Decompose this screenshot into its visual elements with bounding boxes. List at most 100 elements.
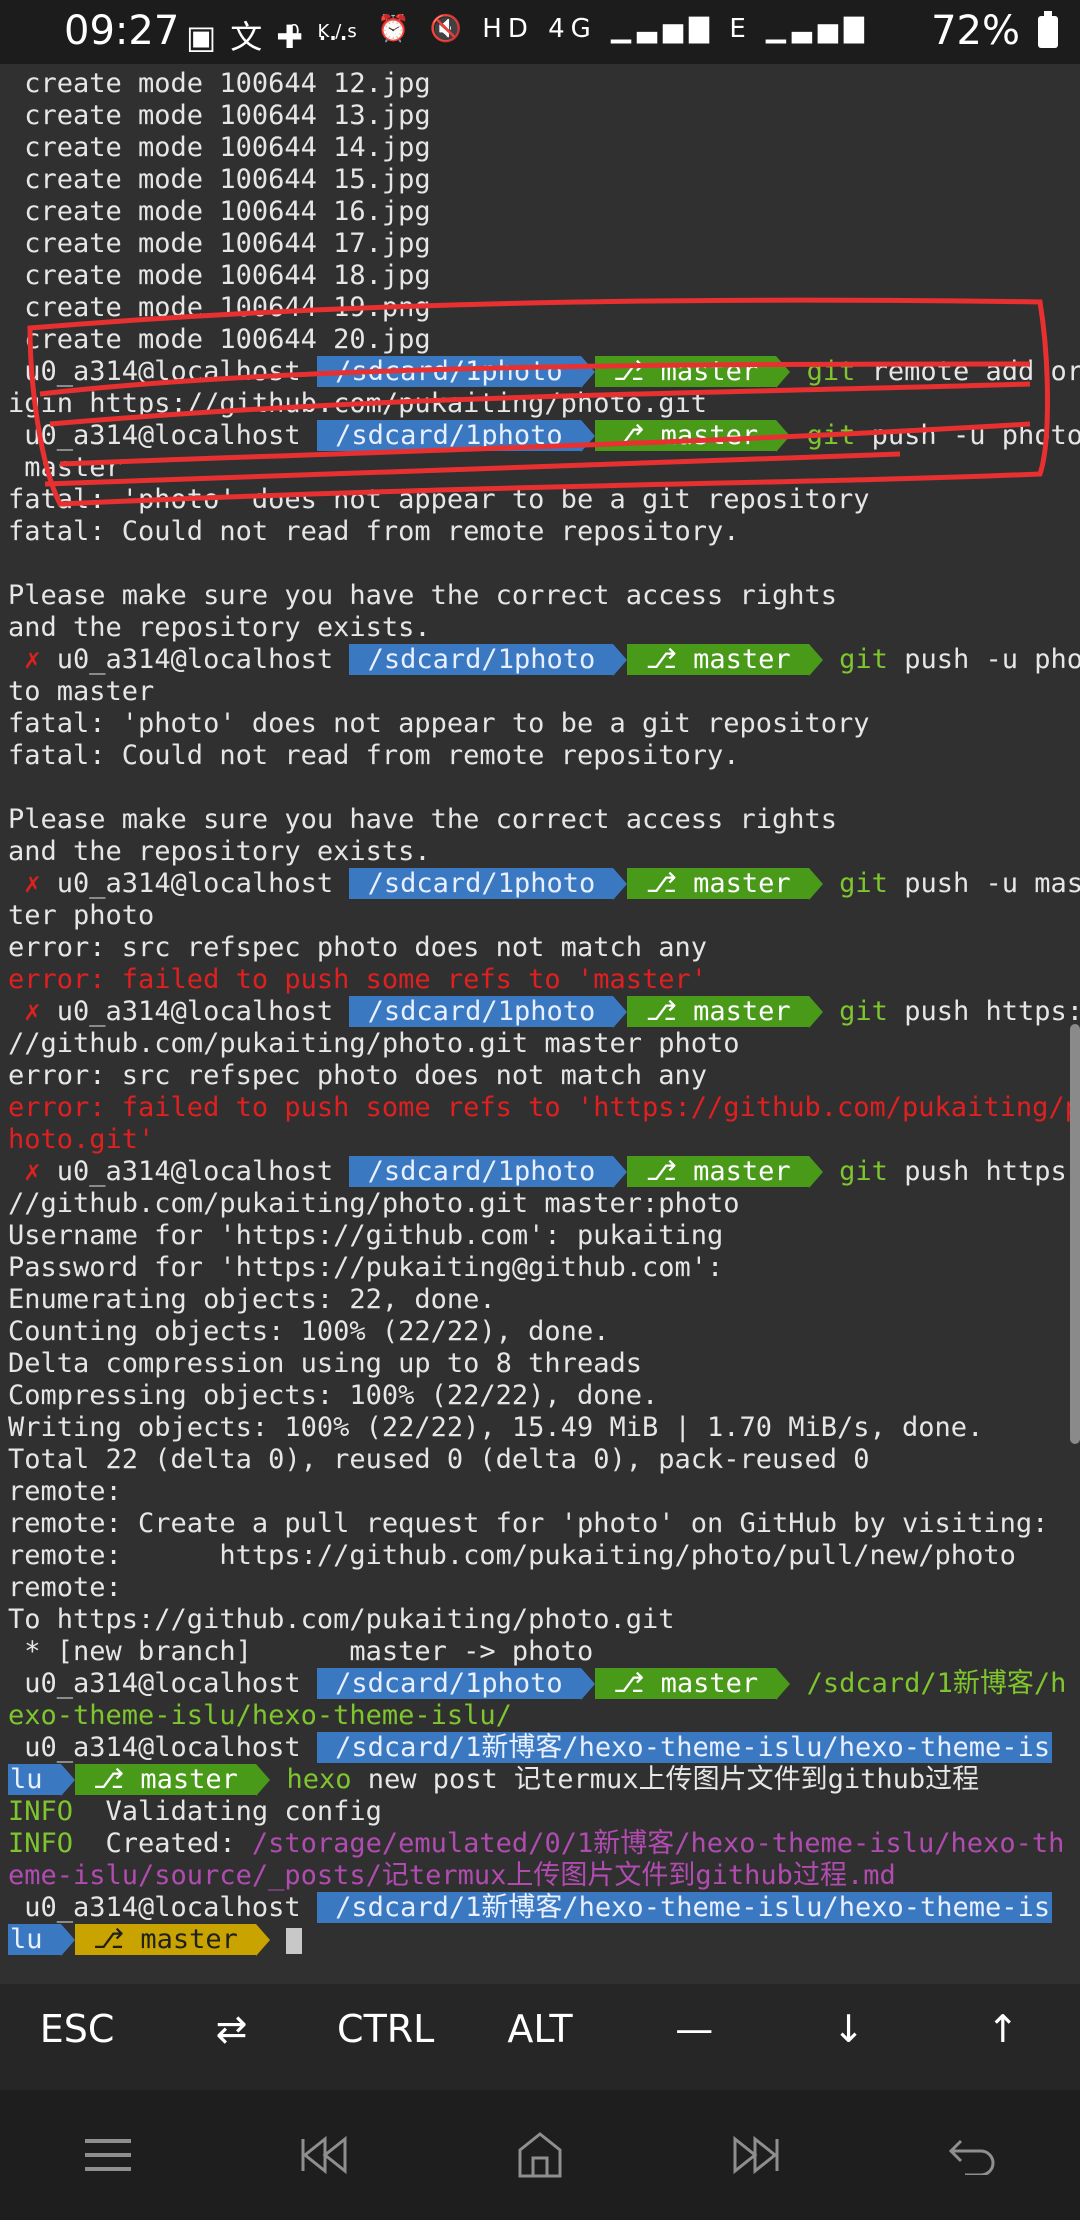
terminal-text: push https:	[887, 1156, 1080, 1187]
terminal-text: git	[790, 420, 856, 451]
terminal-text: hexo	[270, 1764, 352, 1795]
terminal-text: ⎇ master	[627, 1156, 809, 1187]
terminal-line: remote:	[8, 1476, 122, 1508]
terminal-line: and the repository exists.	[8, 612, 431, 644]
status-time: 09:27	[64, 8, 180, 54]
terminal-line: lu ⎇ master	[8, 1924, 303, 1956]
terminal-text: Please make sure you have the correct ac…	[8, 580, 838, 611]
terminal-text: remote: Create a pull request for 'photo…	[8, 1508, 1049, 1539]
terminal-line: INFO Validating config	[8, 1796, 382, 1828]
terminal-text: create mode 100644 20.jpg	[8, 324, 431, 355]
prompt-separator-icon	[60, 1764, 75, 1796]
net-speed: 0 K/s	[288, 21, 363, 42]
terminal-text: error: failed to push some refs to 'http…	[8, 1092, 1080, 1123]
home-icon[interactable]	[480, 2105, 600, 2205]
terminal-line: error: src refspec photo does not match …	[8, 1060, 707, 1092]
key-alt[interactable]: ALT	[463, 1984, 617, 2074]
terminal-line: //github.com/pukaiting/photo.git master:…	[8, 1188, 740, 1220]
terminal-line: error: failed to push some refs to 'mast…	[8, 964, 707, 996]
terminal-text: Writing objects: 100% (22/22), 15.49 MiB…	[8, 1412, 984, 1443]
terminal-text: fatal: Could not read from remote reposi…	[8, 740, 740, 771]
key-tab[interactable]: ⇄	[154, 1984, 308, 2074]
terminal-text: master	[8, 452, 122, 483]
terminal-line: create mode 100644 18.jpg	[8, 260, 430, 292]
terminal-line: Counting objects: 100% (22/22), done.	[8, 1316, 609, 1348]
terminal-text: lu	[8, 1764, 61, 1795]
back-icon[interactable]	[912, 2105, 1032, 2205]
terminal-text: and the repository exists.	[8, 836, 431, 867]
terminal-line: lu ⎇ master hexo new post 记termux上传图片文件到…	[8, 1764, 979, 1796]
terminal-line: u0_a314@localhost /sdcard/1photo ⎇ maste…	[8, 420, 1080, 452]
terminal-text: ⎇ master	[594, 1668, 777, 1699]
terminal-text: error: failed to push some refs to 'mast…	[8, 964, 707, 995]
terminal-line: create mode 100644 14.jpg	[8, 132, 431, 164]
key-up[interactable]: ↑	[926, 1984, 1080, 2074]
terminal-text: create mode 100644 13.jpg	[8, 100, 431, 131]
next-icon[interactable]	[696, 2105, 816, 2205]
prompt-separator-icon	[580, 1668, 595, 1700]
prompt-separator-icon	[613, 1156, 628, 1188]
terminal-text: /sdcard/1photo	[316, 420, 581, 451]
navigation-bar	[0, 2090, 1080, 2220]
terminal-line: INFO Created: /storage/emulated/0/1新博客/h…	[8, 1828, 1064, 1860]
terminal-text: Total 22 (delta 0), reused 0 (delta 0), …	[8, 1444, 870, 1475]
key-dash[interactable]: —	[617, 1984, 771, 2074]
terminal-text: eme-islu/source/_posts/记termux上传图片文件到git…	[8, 1860, 896, 1891]
terminal-text: //github.com/pukaiting/photo.git master …	[8, 1028, 740, 1059]
terminal-text: create mode 100644 14.jpg	[8, 132, 431, 163]
terminal-text: /sdcard/1photo	[349, 644, 614, 675]
key-esc[interactable]: ESC	[0, 1984, 154, 2074]
terminal-text: ✗	[8, 996, 57, 1027]
terminal-line: Username for 'https://github.com': pukai…	[8, 1220, 723, 1252]
previous-icon[interactable]	[264, 2105, 384, 2205]
terminal-text: /sdcard/1photo	[349, 868, 614, 899]
terminal-text: u0_a314@localhost	[8, 356, 317, 387]
terminal-text: Compressing objects: 100% (22/22), done.	[8, 1380, 659, 1411]
terminal-text: u0_a314@localhost	[56, 868, 350, 899]
menu-icon[interactable]	[48, 2105, 168, 2205]
terminal-line: eme-islu/source/_posts/记termux上传图片文件到git…	[8, 1860, 896, 1892]
key-down[interactable]: ↓	[771, 1984, 925, 2074]
terminal-text: /sdcard/1新博客/hexo-theme-islu/hexo-theme-…	[316, 1892, 1053, 1923]
terminal-text: /sdcard/1photo	[316, 1668, 581, 1699]
terminal-line: create mode 100644 13.jpg	[8, 100, 431, 132]
terminal-text: error: src refspec photo does not match …	[8, 932, 707, 963]
terminal-line: Delta compression using up to 8 threads	[8, 1348, 642, 1380]
terminal-text: u0_a314@localhost	[8, 1668, 317, 1699]
terminal-text: ✗	[8, 644, 57, 675]
prompt-separator-icon	[776, 356, 791, 388]
terminal-text: u0_a314@localhost	[8, 1892, 317, 1923]
prompt-separator-icon	[256, 1764, 271, 1796]
terminal-line: create mode 100644 20.jpg	[8, 324, 431, 356]
terminal-line: hoto.git'	[8, 1124, 154, 1156]
prompt-separator-icon	[808, 1156, 823, 1188]
terminal-line: ✗ u0_a314@localhost /sdcard/1photo ⎇ mas…	[8, 1156, 1080, 1188]
terminal-text: INFO	[8, 1828, 74, 1859]
terminal-line: //github.com/pukaiting/photo.git master …	[8, 1028, 740, 1060]
key-ctrl[interactable]: CTRL	[309, 1984, 463, 2074]
terminal-line: Enumerating objects: 22, done.	[8, 1284, 496, 1316]
prompt-separator-icon	[808, 996, 823, 1028]
terminal-text: Validating config	[73, 1796, 382, 1827]
terminal-line: Compressing objects: 100% (22/22), done.	[8, 1380, 658, 1412]
terminal-text: ✗	[8, 1156, 57, 1187]
terminal-text: create mode 100644 12.jpg	[8, 68, 431, 99]
terminal-text: remote add or	[855, 356, 1080, 387]
terminal-text: To https://github.com/pukaiting/photo.gi…	[8, 1604, 675, 1635]
terminal-line: error: src refspec photo does not match …	[8, 932, 707, 964]
scrollbar-thumb[interactable]	[1070, 1024, 1080, 1444]
terminal-text: and the repository exists.	[8, 612, 431, 643]
terminal-text: * [new branch] master -> photo	[8, 1636, 594, 1667]
terminal-line: remote: https://github.com/pukaiting/pho…	[8, 1540, 1016, 1572]
terminal-line: Password for 'https://pukaiting@github.c…	[8, 1252, 723, 1284]
terminal-text: Password for 'https://pukaiting@github.c…	[8, 1252, 724, 1283]
terminal-text: lu	[8, 1924, 61, 1955]
prompt-separator-icon	[613, 868, 628, 900]
status-bar: 09:27 ▣文✚⋯ 0 K/s ⏰ 🔇 HD 4G ▁▃▅▇ E ▁▃▅▇ 7…	[0, 0, 1080, 64]
terminal-line: fatal: 'photo' does not appear to be a g…	[8, 484, 870, 516]
terminal-text: fatal: Could not read from remote reposi…	[8, 516, 740, 547]
terminal-text: error: src refspec photo does not match …	[8, 1060, 707, 1091]
terminal-text: ⎇ master	[594, 356, 777, 387]
terminal-output[interactable]: create mode 100644 12.jpg create mode 10…	[0, 64, 1080, 1984]
terminal-text: /sdcard/1photo	[349, 996, 614, 1027]
